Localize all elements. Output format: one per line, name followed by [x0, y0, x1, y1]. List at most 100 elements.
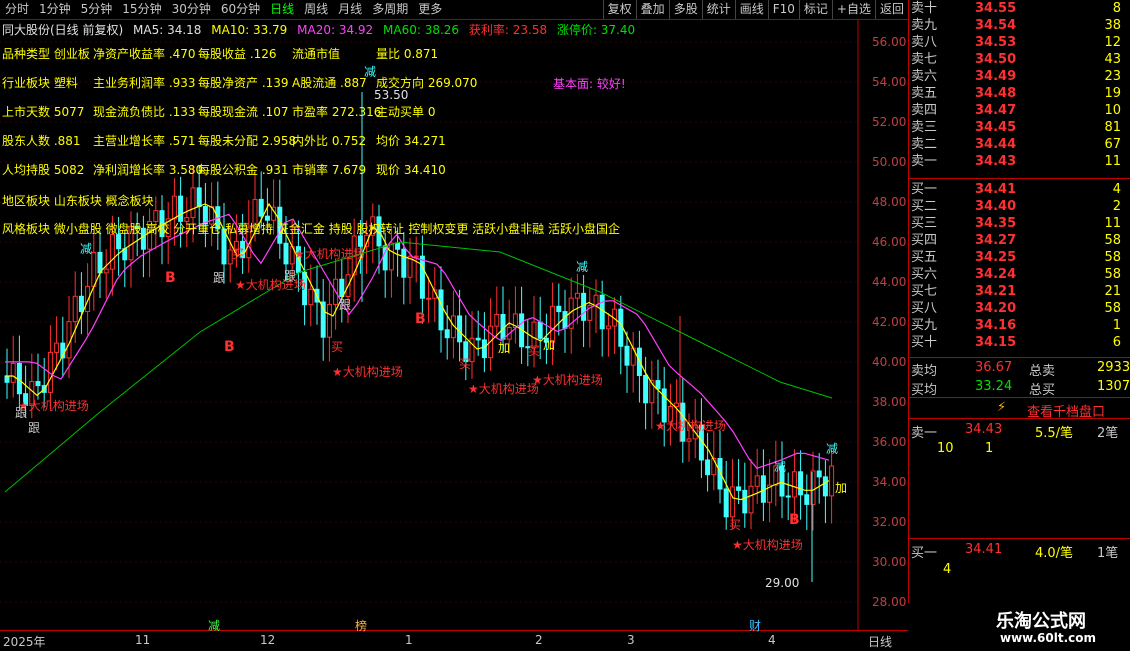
signal-institution: ★大机构进场 — [294, 247, 365, 261]
toolbar-button[interactable]: +自选 — [831, 0, 875, 19]
level-volume: 8 — [1112, 1, 1121, 16]
signal-add: 加 — [835, 481, 848, 495]
level-label: 买三 — [911, 216, 938, 231]
fundamental-field: 流通市值 — [292, 47, 341, 61]
style-sector: 风格板块 微小盘股 微盘股 高校 分开重仓 私募增持 证金汇金 持股 股权转让 … — [2, 222, 620, 236]
signal-follow: 跟 — [284, 269, 297, 283]
period-tab[interactable]: 更多 — [413, 0, 447, 19]
date-tick: 4 — [768, 633, 776, 647]
signal-institution: ★大机构进场 — [732, 538, 803, 552]
total-sell-value: 2933 — [1097, 360, 1130, 375]
level-price: 34.50 — [975, 52, 1017, 67]
toolbar-button[interactable]: 复权 — [602, 0, 636, 19]
total-buy-label: 总买 — [1029, 383, 1056, 398]
order-book-row: 买六 34.24 58 — [909, 266, 1130, 283]
period-tab[interactable]: 周线 — [299, 0, 333, 19]
divider — [909, 538, 1130, 539]
buy1-price: 34.41 — [965, 542, 1003, 557]
period-tab[interactable]: 月线 — [333, 0, 367, 19]
signal-institution: ★大机构进场 — [468, 382, 539, 396]
level-label: 卖十 — [911, 1, 938, 16]
date-axis: 2025年 11 12 1 2 3 4 减榜财日线 — [0, 619, 908, 651]
buy1-label: 买一 — [911, 546, 938, 561]
toolbar-button[interactable]: 多股 — [668, 0, 702, 19]
signal-buy: 买 — [729, 518, 742, 532]
toolbar-button[interactable]: 画线 — [734, 0, 768, 19]
period-tab[interactable]: 30分钟 — [167, 0, 216, 19]
fundamental-field: 现金流负债比 .133 — [93, 105, 196, 119]
period-tab[interactable]: 60分钟 — [216, 0, 265, 19]
level-volume: 1 — [1112, 318, 1121, 333]
toolbar-button[interactable]: 标记 — [798, 0, 832, 19]
watermark: 乐淘公式网 www.60lt.com — [908, 603, 1130, 650]
level-volume: 12 — [1104, 35, 1121, 50]
toolbar-button[interactable]: 叠加 — [635, 0, 669, 19]
order-book-panel: 卖十 34.55 8 卖九 34.54 38 卖八 34.53 12 卖七 34.50 43 卖六 34.… — [908, 0, 1130, 650]
period-indicator[interactable]: 日线 — [868, 633, 892, 650]
fundamental-field: 内外比 0.752 — [292, 134, 367, 148]
period-tab[interactable]: 日线 — [265, 0, 299, 19]
order-book-row: 卖六 34.49 23 — [909, 68, 1130, 85]
level-label: 买一 — [911, 182, 938, 197]
fundamental-field: 上市天数 5077 — [2, 105, 85, 119]
high-price-mark: 53.50 — [374, 88, 409, 102]
level-price: 34.47 — [975, 103, 1017, 118]
profit-rate: 获利率: 23.58 — [468, 23, 548, 37]
signal-follow: 跟 — [28, 421, 41, 435]
level-label: 买五 — [911, 250, 938, 265]
level-volume: 43 — [1104, 52, 1121, 67]
date-tick: 1 — [405, 633, 413, 647]
level-price: 34.43 — [975, 154, 1017, 169]
fundamental-field: 主业务利润率 .933 — [93, 76, 196, 90]
level-price: 34.40 — [975, 199, 1017, 214]
order-book-row: 卖十 34.55 8 — [909, 0, 1130, 17]
sell1-queue: 10 — [937, 441, 954, 456]
fundamental-field: 市盈率 272.316 — [292, 105, 382, 119]
lightning-icon: ⚡ — [997, 400, 1007, 415]
level-price: 34.15 — [975, 335, 1017, 350]
level-volume: 11 — [1104, 216, 1121, 231]
period-tab[interactable]: 5分钟 — [76, 0, 118, 19]
level-label: 买二 — [911, 199, 938, 214]
buy1-queue: 4 — [943, 562, 952, 577]
level-volume: 6 — [1112, 335, 1121, 350]
signal-sell: B — [789, 512, 800, 528]
level-price: 34.55 — [975, 1, 1017, 16]
level-price: 34.53 — [975, 35, 1017, 50]
avg-sell-value: 36.67 — [975, 360, 1013, 375]
toolbar-buttons: 复权 叠加 多股 统计 画线 F10 标记 +自选 返回 — [602, 0, 908, 19]
level-label: 卖九 — [911, 18, 938, 33]
price-tick: 30.00 — [872, 555, 907, 569]
stock-title: 同大股份(日线 前复权) — [2, 23, 124, 37]
event-badge[interactable]: 榜 — [355, 617, 367, 634]
signal-add: 加 — [543, 338, 556, 352]
toolbar-button[interactable]: F10 — [767, 0, 799, 19]
period-tab[interactable]: 分时 — [0, 0, 34, 19]
level-price: 34.21 — [975, 284, 1017, 299]
price-tick: 48.00 — [872, 195, 907, 209]
period-tab[interactable]: 15分钟 — [117, 0, 166, 19]
fundamental-field: 每股现金流 .107 — [198, 105, 289, 119]
period-tab[interactable]: 1分钟 — [34, 0, 76, 19]
level-volume: 11 — [1104, 154, 1121, 169]
signal-reduce: 减 — [826, 442, 839, 456]
avg-buy-value: 33.24 — [975, 379, 1013, 394]
fundamental-field: 每股未分配 2.958 — [198, 134, 297, 148]
toolbar-button[interactable]: 统计 — [701, 0, 735, 19]
order-book-row: 买十 34.15 6 — [909, 334, 1130, 351]
total-sell-label: 总卖 — [1029, 364, 1056, 379]
fundamental-field: 每股收益 .126 — [198, 47, 277, 61]
event-badge[interactable]: 财 — [749, 617, 761, 634]
price-tick: 56.00 — [872, 35, 907, 49]
toolbar-button[interactable]: 返回 — [874, 0, 908, 19]
event-badge[interactable]: 减 — [208, 617, 220, 634]
fundamental-field: 主动买单 0 — [376, 105, 436, 119]
price-tick: 42.00 — [872, 315, 907, 329]
order-book-row: 卖四 34.47 10 — [909, 102, 1130, 119]
fundamental-field: 行业板块 塑料 — [2, 76, 78, 90]
fundamental-field: 市销率 7.679 — [292, 163, 367, 177]
level-label: 买七 — [911, 284, 938, 299]
level-label: 卖三 — [911, 120, 938, 135]
price-tick: 28.00 — [872, 595, 907, 609]
period-tab[interactable]: 多周期 — [367, 0, 413, 19]
